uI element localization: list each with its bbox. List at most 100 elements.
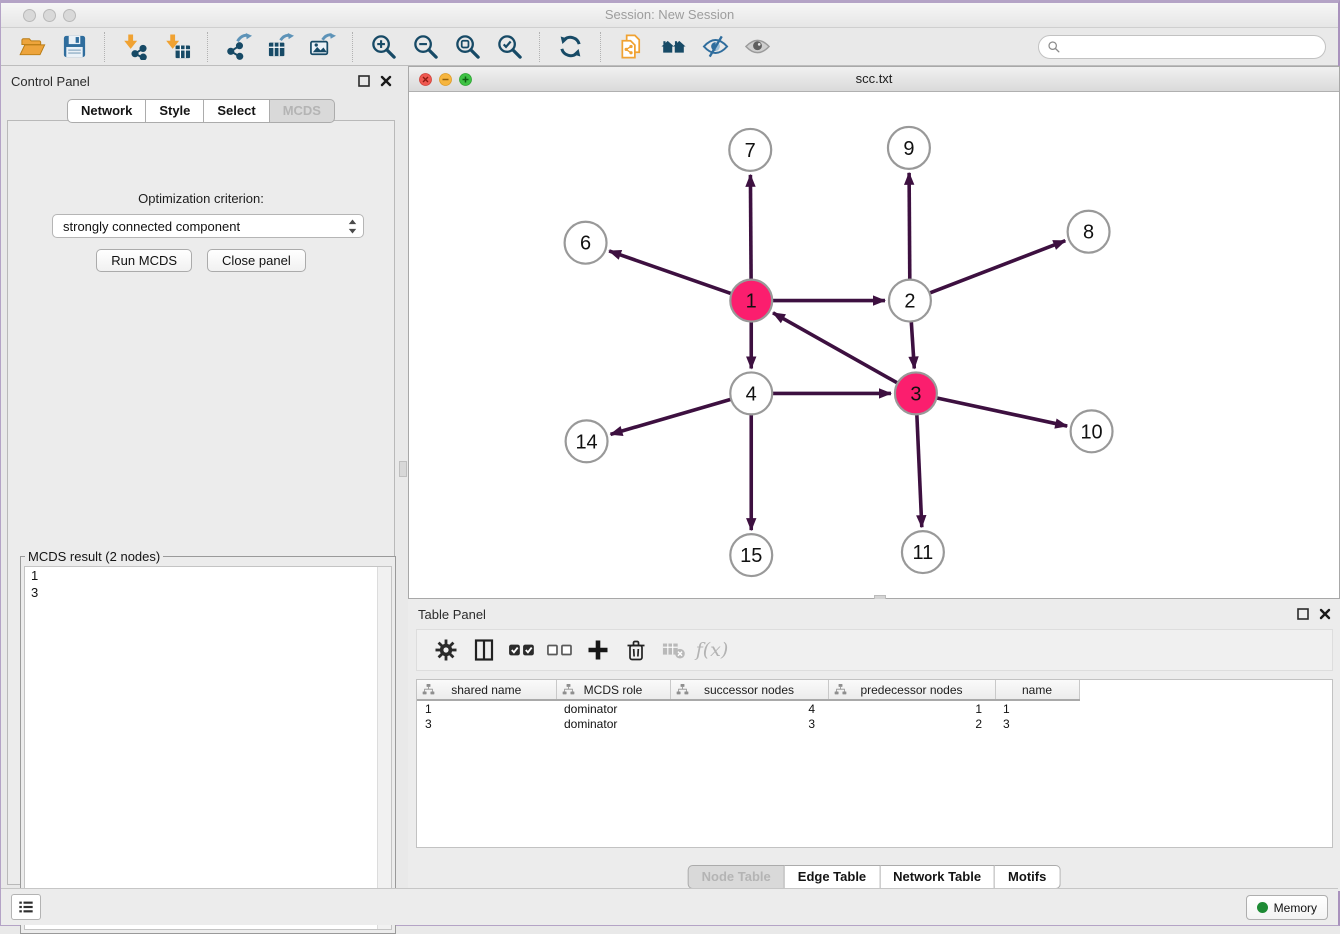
table-cell[interactable]: 3 [417,716,556,732]
edge-2-9[interactable] [909,173,910,280]
import-table-button[interactable] [162,32,192,62]
node-3[interactable]: 3 [895,372,937,414]
tab-select[interactable]: Select [204,99,269,123]
node-2[interactable]: 2 [889,280,931,322]
column-header-shared-name[interactable]: shared name [417,680,556,700]
close-panel-button[interactable]: Close panel [207,249,306,272]
run-mcds-button[interactable]: Run MCDS [96,249,192,272]
export-table-button[interactable] [265,32,295,62]
network-canvas[interactable]: 1 2 3 4 6 7 8 9 10 11 14 15 [409,92,1339,598]
import-network-button[interactable] [120,32,150,62]
table-settings-button[interactable] [431,635,461,665]
table-row[interactable]: 3dominator323 [417,716,1079,732]
tab-network[interactable]: Network [67,99,146,123]
memory-button[interactable]: Memory [1246,895,1328,920]
open-file-button[interactable] [17,32,47,62]
edge-4-14[interactable] [611,399,732,434]
edge-2-8[interactable] [929,241,1065,293]
table-cell[interactable]: dominator [556,716,670,732]
node-9[interactable]: 9 [888,127,930,169]
result-scrollbar[interactable] [377,567,391,929]
main-titlebar[interactable]: Session: New Session [1,3,1338,28]
table-settings-icon [434,638,458,662]
node-10[interactable]: 10 [1071,410,1113,452]
add-button-button[interactable] [583,635,613,665]
edge-2-3[interactable] [911,322,914,369]
edge-3-11[interactable] [917,414,922,527]
save-session-icon [61,33,88,60]
node-14[interactable]: 14 [566,420,608,462]
close-panel-icon[interactable] [379,74,393,88]
table-cell[interactable]: dominator [556,700,670,716]
toolbar-separator [104,32,105,62]
edge-3-10[interactable] [936,398,1067,426]
refresh-view-button[interactable] [555,32,585,62]
save-session-button[interactable] [59,32,89,62]
float-panel-icon[interactable] [357,74,371,88]
table-cell[interactable]: 4 [670,700,828,716]
criterion-dropdown[interactable]: strongly connected component [52,214,364,238]
table-cell[interactable]: 1 [417,700,556,716]
tab-node-table[interactable]: Node Table [688,865,785,889]
column-header-mcds-role[interactable]: MCDS role [556,680,670,700]
table-row[interactable]: 1dominator411 [417,700,1079,716]
node-4[interactable]: 4 [730,372,772,414]
column-header-name[interactable]: name [995,680,1079,700]
table-cell[interactable]: 1 [995,700,1079,716]
dropdown-stepper-icon [346,216,359,237]
add-button-icon [586,638,610,662]
zoom-fit-content-icon [454,33,481,60]
vertical-splitter-handle[interactable] [399,461,407,477]
zoom-fit-content-button[interactable] [452,32,482,62]
task-history-button[interactable] [11,894,41,920]
tab-mcds[interactable]: MCDS [270,99,335,123]
show-all-button[interactable] [742,32,772,62]
node-8[interactable]: 8 [1068,211,1110,253]
hide-selected-button[interactable] [700,32,730,62]
edge-1-6[interactable] [609,251,731,294]
delete-table-button [659,635,689,665]
node-table: shared nameMCDS rolesuccessor nodesprede… [416,679,1333,848]
main-toolbar [1,28,1338,66]
toggle-columns-icon [472,638,496,662]
tab-style[interactable]: Style [146,99,204,123]
node-7[interactable]: 7 [729,129,771,171]
export-image-button[interactable] [307,32,337,62]
table-cell[interactable]: 1 [828,700,995,716]
memory-label: Memory [1274,901,1317,915]
application-window: Session: New Session Control Panel Netwo… [0,0,1340,926]
edge-1-7[interactable] [750,175,751,280]
zoom-out-button[interactable] [410,32,440,62]
node-15[interactable]: 15 [730,534,772,576]
export-network-icon [225,33,252,60]
mcds-result-list[interactable]: 13 [24,566,392,930]
column-header-successor-nodes[interactable]: successor nodes [670,680,828,700]
svg-text:2: 2 [904,291,915,313]
table-toolbar: f(x) [416,629,1333,671]
tab-edge-table[interactable]: Edge Table [785,865,880,889]
table-cell[interactable]: 2 [828,716,995,732]
column-header-predecessor-nodes[interactable]: predecessor nodes [828,680,995,700]
select-all-rows-button[interactable] [507,635,537,665]
first-neighbors-button[interactable] [658,32,688,62]
zoom-in-button[interactable] [368,32,398,62]
node-1[interactable]: 1 [730,280,772,322]
clone-network-button[interactable] [616,32,646,62]
node-6[interactable]: 6 [565,222,607,264]
edge-3-1[interactable] [773,313,898,383]
search-input[interactable] [1061,37,1325,57]
table-cell[interactable]: 3 [995,716,1079,732]
float-table-panel-icon[interactable] [1296,607,1310,621]
optimization-criterion-label: Optimization criterion: [8,191,394,206]
node-11[interactable]: 11 [902,531,944,573]
toggle-columns-button[interactable] [469,635,499,665]
zoom-selected-button[interactable] [494,32,524,62]
delete-rows-button[interactable] [621,635,651,665]
table-cell[interactable]: 3 [670,716,828,732]
network-window-titlebar[interactable]: scc.txt [409,67,1339,92]
tab-network-table[interactable]: Network Table [880,865,995,889]
deselect-all-rows-button[interactable] [545,635,575,665]
tab-motifs[interactable]: Motifs [995,865,1060,889]
export-network-button[interactable] [223,32,253,62]
close-table-panel-icon[interactable] [1318,607,1332,621]
